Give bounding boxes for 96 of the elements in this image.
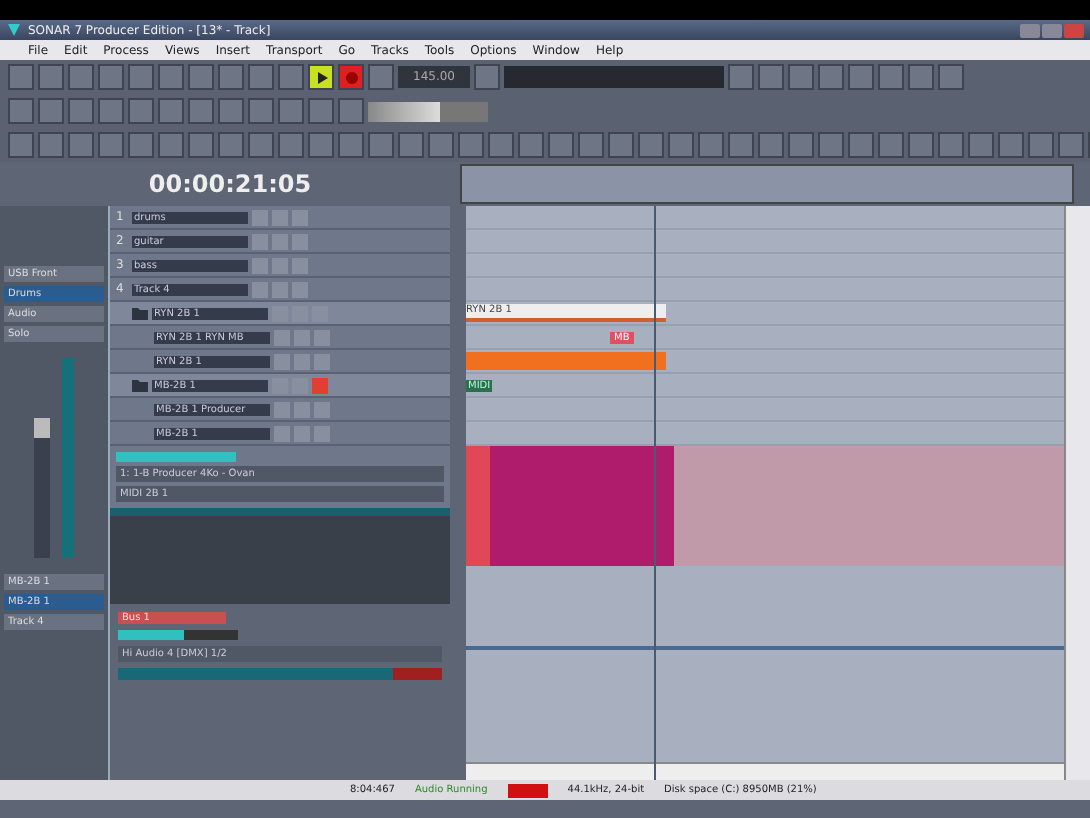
toolbar-button[interactable] xyxy=(638,132,664,158)
timeline-ruler[interactable] xyxy=(460,164,1074,204)
toolbar-button[interactable] xyxy=(998,132,1024,158)
cpu-meter xyxy=(507,783,548,797)
toolbar-button[interactable] xyxy=(848,64,874,90)
toolbar-button[interactable] xyxy=(788,132,814,158)
toolbar-button[interactable] xyxy=(248,98,274,124)
toolbar-button[interactable] xyxy=(38,64,64,90)
toolbar-button[interactable] xyxy=(608,132,634,158)
clip[interactable] xyxy=(466,352,666,370)
toolbar-button[interactable] xyxy=(218,64,244,90)
toolbar-button[interactable] xyxy=(8,132,34,158)
record-arm-button[interactable] xyxy=(292,281,308,297)
toolbar-button[interactable] xyxy=(788,64,814,90)
record-arm-button[interactable] xyxy=(292,233,308,249)
toolbar-button[interactable] xyxy=(908,132,934,158)
volume-fader[interactable] xyxy=(34,418,50,558)
folder-icon xyxy=(132,379,148,391)
toolbar-button[interactable] xyxy=(368,64,394,90)
toolbar-button[interactable] xyxy=(488,132,514,158)
toolbar-button[interactable] xyxy=(368,132,394,158)
toolbar-button[interactable] xyxy=(278,98,304,124)
toolbar-button[interactable] xyxy=(548,132,574,158)
toolbar-button[interactable] xyxy=(1028,132,1054,158)
toolbar-button[interactable] xyxy=(968,132,994,158)
record-arm-button[interactable] xyxy=(314,329,330,345)
toolbar-button[interactable] xyxy=(128,132,154,158)
record-arm-button[interactable] xyxy=(314,353,330,369)
close-button[interactable] xyxy=(1064,23,1084,37)
marker-field[interactable] xyxy=(504,66,724,88)
toolbar-button[interactable] xyxy=(8,98,34,124)
horizontal-scrollbar[interactable] xyxy=(466,762,1064,780)
toolbar-button[interactable] xyxy=(878,132,904,158)
toolbar-button[interactable] xyxy=(218,132,244,158)
toolbar-button[interactable] xyxy=(248,64,274,90)
toolbar-button[interactable] xyxy=(38,98,64,124)
play-icon xyxy=(315,71,327,83)
toolbar-button[interactable] xyxy=(848,132,874,158)
vertical-scrollbar[interactable] xyxy=(1064,206,1090,780)
toolbar-button[interactable] xyxy=(98,132,124,158)
toolbar-button[interactable] xyxy=(188,64,214,90)
toolbar-button[interactable] xyxy=(698,132,724,158)
toolbar-button[interactable] xyxy=(818,64,844,90)
toolbar-button[interactable] xyxy=(218,98,244,124)
toolbar-button[interactable] xyxy=(308,98,334,124)
toolbar-button[interactable] xyxy=(128,98,154,124)
play-button[interactable] xyxy=(308,64,334,90)
toolbar-button[interactable] xyxy=(158,98,184,124)
toolbar-button[interactable] xyxy=(758,132,784,158)
toolbar-button[interactable] xyxy=(8,64,34,90)
record-arm-button[interactable] xyxy=(312,377,328,393)
record-arm-button[interactable] xyxy=(292,209,308,225)
maximize-button[interactable] xyxy=(1042,23,1062,37)
meter-bar xyxy=(116,452,236,462)
toolbar-button[interactable] xyxy=(518,132,544,158)
toolbar-button[interactable] xyxy=(38,132,64,158)
toolbar-button[interactable] xyxy=(908,64,934,90)
folder-icon xyxy=(132,307,148,319)
zoom-slider-fill[interactable] xyxy=(368,101,440,121)
toolbar-button[interactable] xyxy=(938,64,964,90)
toolbar-button[interactable] xyxy=(68,64,94,90)
toolbar-button[interactable] xyxy=(728,132,754,158)
toolbar-button[interactable] xyxy=(938,132,964,158)
record-arm-button[interactable] xyxy=(292,257,308,273)
toolbar-button[interactable] xyxy=(338,98,364,124)
time-display: 00:00:21:05 xyxy=(146,170,314,198)
toolbar-button[interactable] xyxy=(758,64,784,90)
toolbar-button[interactable] xyxy=(818,132,844,158)
toolbar-button[interactable] xyxy=(158,132,184,158)
toolbar-button[interactable] xyxy=(68,98,94,124)
record-arm-button[interactable] xyxy=(314,401,330,417)
toolbar-button[interactable] xyxy=(1058,132,1084,158)
audio-clip[interactable] xyxy=(466,446,674,566)
toolbar-button[interactable] xyxy=(474,64,500,90)
toolbar-button[interactable] xyxy=(338,132,364,158)
toolbar-button[interactable] xyxy=(458,132,484,158)
toolbar-button[interactable] xyxy=(248,132,274,158)
toolbar-button[interactable] xyxy=(188,132,214,158)
toolbar-button[interactable] xyxy=(668,132,694,158)
record-arm-button[interactable] xyxy=(312,305,328,321)
toolbar-button[interactable] xyxy=(188,98,214,124)
toolbar-button[interactable] xyxy=(98,98,124,124)
toolbar-button[interactable] xyxy=(278,132,304,158)
toolbar-button[interactable] xyxy=(428,132,454,158)
toolbar-button[interactable] xyxy=(158,64,184,90)
toolbar-button[interactable] xyxy=(398,132,424,158)
record-arm-button[interactable] xyxy=(314,425,330,441)
minimize-button[interactable] xyxy=(1020,23,1040,37)
toolbar-button[interactable] xyxy=(728,64,754,90)
toolbar-button[interactable] xyxy=(68,132,94,158)
toolbar-button[interactable] xyxy=(308,132,334,158)
toolbar-button[interactable] xyxy=(578,132,604,158)
record-icon xyxy=(345,71,357,83)
toolbar-button[interactable] xyxy=(98,64,124,90)
toolbar-button[interactable] xyxy=(878,64,904,90)
toolbar-button[interactable] xyxy=(128,64,154,90)
